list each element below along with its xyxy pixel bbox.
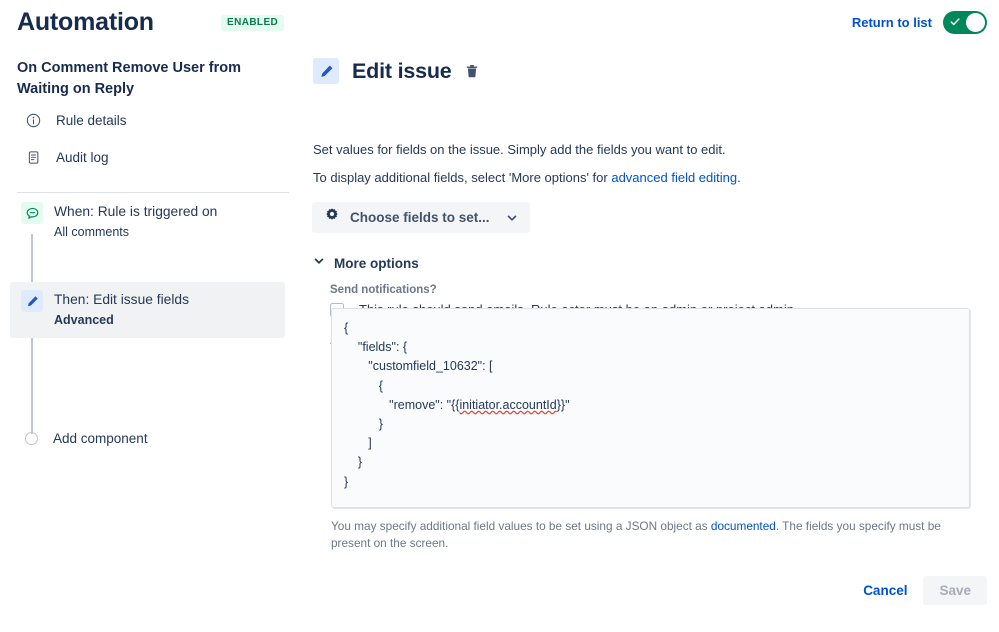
choose-fields-dropdown[interactable]: Choose fields to set... — [312, 202, 530, 233]
flow-step-title: Then: Edit issue fields — [54, 290, 189, 310]
additional-fields-code-editor[interactable]: { "fields": { "customfield_10632": [ { "… — [331, 308, 970, 508]
spellcheck-underlined-text: initiator.accountId — [459, 398, 556, 412]
page-title: Automation — [17, 8, 154, 37]
add-component-label: Add component — [53, 431, 148, 446]
helper-prefix: You may specify additional field values … — [331, 519, 711, 533]
flow-step-title: When: Rule is triggered on — [54, 202, 217, 222]
edit-issue-header: Edit issue — [313, 58, 480, 84]
description-prefix: To display additional fields, select 'Mo… — [313, 170, 611, 185]
chevron-down-icon — [313, 254, 325, 272]
toggle-knob — [966, 13, 985, 32]
add-component-button[interactable]: Add component — [10, 426, 285, 450]
sidebar: On Comment Remove User from Waiting on R… — [0, 44, 300, 632]
save-button[interactable]: Save — [923, 576, 987, 605]
cancel-button[interactable]: Cancel — [855, 577, 915, 604]
choose-fields-label: Choose fields to set... — [350, 210, 490, 225]
more-options-toggle[interactable]: More options — [313, 254, 419, 272]
flow-step-subtitle: Advanced — [54, 311, 189, 330]
sidebar-item-label: Rule details — [56, 113, 127, 128]
section-title: Edit issue — [352, 59, 452, 84]
form-actions: Cancel Save — [855, 576, 987, 605]
add-component-circle-icon — [25, 432, 38, 445]
document-icon — [22, 150, 44, 165]
check-icon — [950, 17, 960, 27]
gear-icon — [324, 207, 340, 228]
pencil-icon — [21, 290, 43, 312]
description-line-1: Set values for fields on the issue. Simp… — [313, 142, 726, 157]
editor-helper-text: You may specify additional field values … — [331, 518, 971, 552]
description-line-2: To display additional fields, select 'Mo… — [313, 170, 741, 185]
description-suffix: . — [737, 170, 741, 185]
main-panel: Edit issue Set values for fields on the … — [300, 44, 999, 632]
chevron-down-icon — [506, 212, 518, 224]
code-content: { "fields": { "customfield_10632": [ { "… — [344, 319, 957, 492]
rule-enabled-toggle[interactable] — [943, 11, 987, 34]
trash-icon[interactable] — [464, 63, 480, 80]
return-to-list-link[interactable]: Return to list — [852, 15, 932, 30]
documented-link[interactable]: documented — [711, 519, 776, 533]
comment-bubble-icon — [21, 202, 43, 224]
status-badge: ENABLED — [221, 15, 284, 31]
flow-step-then-edit-issue[interactable]: Then: Edit issue fields Advanced — [10, 282, 285, 338]
sidebar-divider — [17, 192, 289, 193]
flow-step-when-trigger[interactable]: When: Rule is triggered on All comments — [10, 194, 285, 250]
sidebar-item-rule-details[interactable]: Rule details — [10, 106, 285, 134]
flow-step-subtitle: All comments — [54, 223, 217, 242]
info-circle-icon — [22, 113, 44, 128]
sidebar-item-label: Audit log — [56, 150, 109, 165]
top-bar: Automation ENABLED Return to list — [0, 0, 999, 44]
pencil-icon — [313, 58, 339, 84]
more-options-label: More options — [334, 256, 419, 271]
sidebar-item-audit-log[interactable]: Audit log — [10, 143, 285, 171]
advanced-field-editing-link[interactable]: advanced field editing — [611, 170, 737, 185]
send-notifications-label: Send notifications? — [330, 284, 437, 296]
rule-name: On Comment Remove User from Waiting on R… — [17, 58, 257, 100]
